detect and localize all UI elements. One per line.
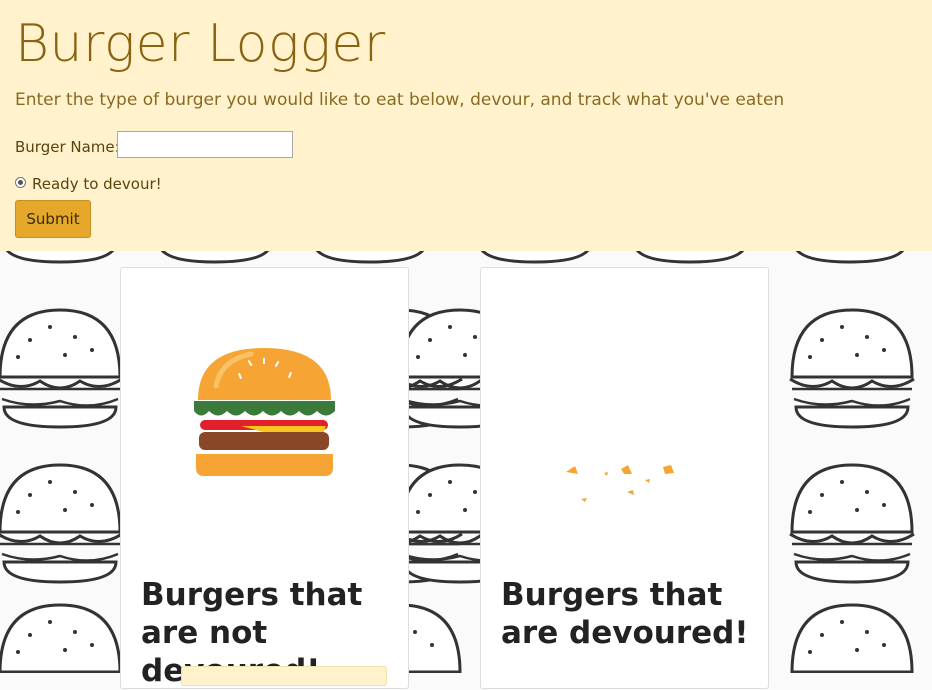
not-devoured-list-item (181, 666, 387, 686)
page-subtitle: Enter the type of burger you would like … (15, 90, 785, 110)
ready-to-devour-radio[interactable] (15, 177, 26, 188)
header-form-panel: Burger Logger Enter the type of burger y… (0, 0, 932, 251)
burger-name-label: Burger Name: (15, 138, 120, 156)
submit-button[interactable]: Submit (15, 200, 91, 238)
crumbs-icon (566, 465, 674, 502)
ready-to-devour-label: Ready to devour! (32, 175, 162, 193)
devoured-card: Burgers that are devoured! (480, 267, 769, 689)
devoured-title: Burgers that are devoured! (501, 577, 749, 651)
burger-name-input[interactable] (117, 131, 293, 158)
page-title: Burger Logger (15, 14, 386, 74)
burger-icon (194, 348, 335, 476)
not-devoured-card: Burgers that are not devoured! (120, 267, 409, 689)
